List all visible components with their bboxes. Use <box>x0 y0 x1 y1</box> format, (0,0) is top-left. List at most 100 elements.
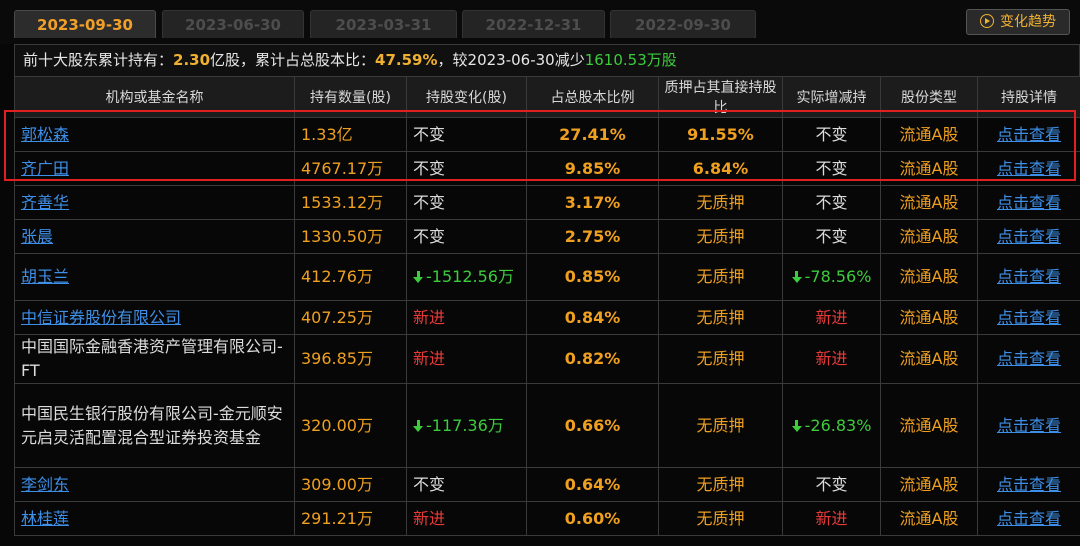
tab-2023-09-30[interactable]: 2023-09-30 <box>14 10 156 38</box>
share-type: 流通A股 <box>899 474 959 494</box>
share-ratio: 0.84% <box>564 307 621 327</box>
share-ratio-cell: 0.60% <box>526 501 659 536</box>
holder-name-cell[interactable]: 郭松森 <box>14 117 295 152</box>
trend-button[interactable]: 变化趋势 <box>966 9 1070 35</box>
detail-cell[interactable]: 点击查看 <box>977 219 1080 254</box>
holding-quantity: 320.00万 <box>301 415 373 435</box>
holder-name-cell[interactable]: 齐善华 <box>14 185 295 220</box>
holding-change-cell: 不变 <box>406 117 527 152</box>
view-detail-link[interactable]: 点击查看 <box>997 475 1061 494</box>
holding-change: 不变 <box>413 474 446 494</box>
holder-name-link[interactable]: 中信证券股份有限公司 <box>21 308 181 327</box>
detail-cell[interactable]: 点击查看 <box>977 117 1080 152</box>
detail-cell[interactable]: 点击查看 <box>977 501 1080 536</box>
summary-total-shares: 2.30 <box>173 51 211 69</box>
share-type-cell: 流通A股 <box>880 300 978 335</box>
pledge-ratio-cell: 无质押 <box>658 219 783 254</box>
view-detail-link[interactable]: 点击查看 <box>997 416 1061 435</box>
detail-cell[interactable]: 点击查看 <box>977 151 1080 186</box>
share-type-cell: 流通A股 <box>880 219 978 254</box>
pledge-ratio-cell: 无质押 <box>658 253 783 301</box>
share-ratio-cell: 3.17% <box>526 185 659 220</box>
detail-cell[interactable]: 点击查看 <box>977 253 1080 301</box>
holder-name-link[interactable]: 齐善华 <box>21 193 69 212</box>
holding-quantity: 412.76万 <box>301 267 373 286</box>
column-header-actual-change: 实际增减持 <box>782 76 881 118</box>
view-detail-link[interactable]: 点击查看 <box>997 267 1061 286</box>
report-date-tabbar: 2023-09-30 2023-06-30 2023-03-31 2022-12… <box>0 0 1080 44</box>
column-header-quantity: 持有数量(股) <box>294 76 407 118</box>
pledge-ratio: 91.55% <box>687 124 754 144</box>
pledge-ratio-cell: 无质押 <box>658 467 783 502</box>
share-type: 流通A股 <box>899 508 959 528</box>
view-detail-link[interactable]: 点击查看 <box>997 509 1061 528</box>
view-detail-link[interactable]: 点击查看 <box>997 227 1061 246</box>
pledge-ratio: 无质押 <box>696 307 745 327</box>
share-ratio-cell: 0.66% <box>526 383 659 468</box>
pledge-ratio-cell: 91.55% <box>658 117 783 152</box>
actual-change: -26.83% <box>804 415 872 435</box>
actual-change-cell: 不变 <box>782 117 881 152</box>
actual-change: 不变 <box>815 158 848 178</box>
share-type-cell: 流通A股 <box>880 467 978 502</box>
share-ratio-cell: 0.82% <box>526 334 659 384</box>
holder-name-cell[interactable]: 中信证券股份有限公司 <box>14 300 295 335</box>
view-detail-link[interactable]: 点击查看 <box>997 125 1061 144</box>
holder-name-cell[interactable]: 张晨 <box>14 219 295 254</box>
arrow-down-icon <box>791 271 802 283</box>
pledge-ratio-cell: 无质押 <box>658 185 783 220</box>
view-detail-link[interactable]: 点击查看 <box>997 159 1061 178</box>
holding-quantity-cell: 320.00万 <box>294 383 407 468</box>
tab-2022-12-31[interactable]: 2022-12-31 <box>462 10 605 38</box>
holder-name-cell[interactable]: 齐广田 <box>14 151 295 186</box>
tab-2023-03-31[interactable]: 2023-03-31 <box>310 10 457 38</box>
holding-change: 不变 <box>413 192 446 212</box>
holder-name-cell: 中国民生银行股份有限公司-金元顺安元启灵活配置混合型证券投资基金 <box>14 383 295 468</box>
summary-shares-unit: 亿股，累计占总股本比： <box>210 51 376 69</box>
holder-name-link[interactable]: 张晨 <box>21 227 53 246</box>
holding-change: 新进 <box>413 508 446 528</box>
pledge-ratio-cell: 无质押 <box>658 300 783 335</box>
actual-change-cell: -26.83% <box>782 383 881 468</box>
share-ratio-cell: 27.41% <box>526 117 659 152</box>
share-type-cell: 流通A股 <box>880 117 978 152</box>
holder-name-link[interactable]: 李剑东 <box>21 475 69 494</box>
tab-2022-09-30[interactable]: 2022-09-30 <box>610 10 756 38</box>
holder-name-link[interactable]: 郭松森 <box>21 125 69 144</box>
view-detail-link[interactable]: 点击查看 <box>997 193 1061 212</box>
detail-cell[interactable]: 点击查看 <box>977 383 1080 468</box>
holding-change-cell: 不变 <box>406 219 527 254</box>
detail-cell[interactable]: 点击查看 <box>977 467 1080 502</box>
share-type: 流通A股 <box>899 158 959 178</box>
holding-change-cell: 新进 <box>406 334 527 384</box>
pledge-ratio: 无质押 <box>696 192 745 212</box>
view-detail-link[interactable]: 点击查看 <box>997 349 1061 368</box>
detail-cell[interactable]: 点击查看 <box>977 300 1080 335</box>
holder-name-cell[interactable]: 胡玉兰 <box>14 253 295 301</box>
holding-quantity-cell: 4767.17万 <box>294 151 407 186</box>
pledge-ratio-cell: 无质押 <box>658 334 783 384</box>
holder-name-cell[interactable]: 林桂莲 <box>14 501 295 536</box>
holder-name-cell: 中国国际金融香港资产管理有限公司-FT <box>14 334 295 384</box>
holder-name-link[interactable]: 胡玉兰 <box>21 267 69 286</box>
detail-cell[interactable]: 点击查看 <box>977 185 1080 220</box>
holding-quantity: 1.33亿 <box>301 124 353 144</box>
pledge-ratio: 6.84% <box>692 158 749 178</box>
actual-change: 不变 <box>815 192 848 212</box>
share-type: 流通A股 <box>899 226 959 246</box>
holder-name-cell[interactable]: 李剑东 <box>14 467 295 502</box>
view-detail-link[interactable]: 点击查看 <box>997 308 1061 327</box>
column-header-change: 持股变化(股) <box>406 76 527 118</box>
holder-name-link[interactable]: 齐广田 <box>21 159 69 178</box>
holder-name-link[interactable]: 林桂莲 <box>21 509 69 528</box>
holding-change-cell: 不变 <box>406 151 527 186</box>
holding-change-cell: 不变 <box>406 467 527 502</box>
detail-cell[interactable]: 点击查看 <box>977 334 1080 384</box>
share-type: 流通A股 <box>899 192 959 212</box>
share-ratio: 3.17% <box>564 192 621 212</box>
tab-2023-06-30[interactable]: 2023-06-30 <box>162 10 304 38</box>
holding-change: 不变 <box>413 124 446 144</box>
pledge-ratio-cell: 6.84% <box>658 151 783 186</box>
actual-change: 不变 <box>815 226 848 246</box>
share-type-cell: 流通A股 <box>880 253 978 301</box>
